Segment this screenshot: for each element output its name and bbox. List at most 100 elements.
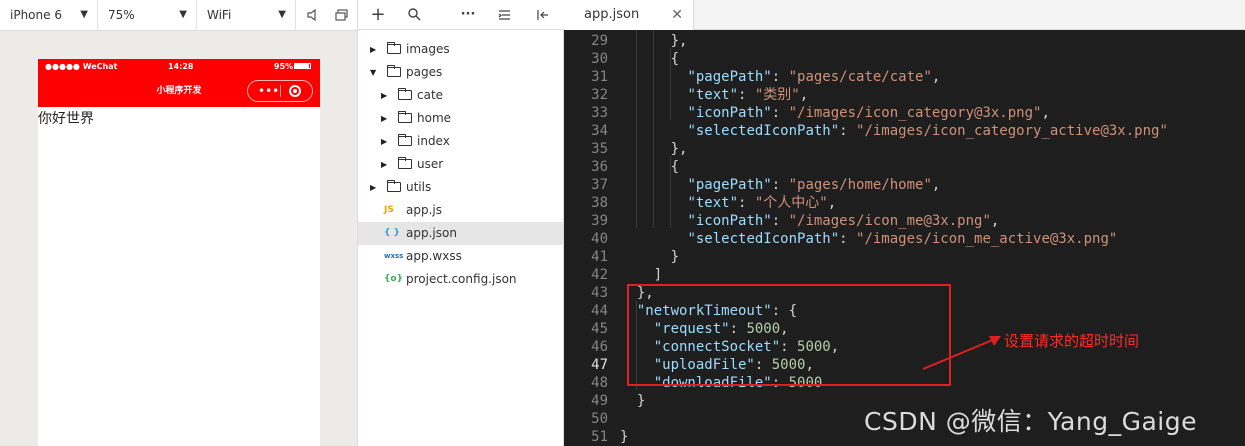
code-token: , [931,177,941,193]
code-token: "/images/icon_me@3x.png" [788,213,991,229]
code-token: }, [620,141,688,157]
json-file-icon: { } [384,228,400,238]
folder-icon [398,134,412,146]
code-token: : [738,87,755,103]
code-token: , [1041,105,1050,121]
code-line: { [620,158,679,176]
chevron-down-icon[interactable]: ▼ [370,61,376,84]
detach-window-button[interactable] [328,0,354,30]
mute-button[interactable] [300,0,326,30]
line-number: 29 [591,33,608,49]
add-icon[interactable]: + [366,0,390,30]
code-token: : [771,69,789,85]
line-number: 40 [591,231,608,247]
tree-item-label: app.js [406,203,442,217]
chevron-right-icon[interactable]: ▶ [381,84,387,107]
collapse-icon[interactable] [492,0,516,30]
line-number: 31 [591,69,608,85]
line-number: 38 [591,195,608,211]
tree-item-index[interactable]: ▶ index [358,130,563,153]
line-number: 50 [591,411,608,427]
phone-navigation-bar: ●●●●● WeChat 14:28 95% 小程序开发 ••• [38,59,320,107]
line-number: 43 [591,285,608,301]
tree-item-label: project.config.json [406,272,517,286]
speaker-icon [307,8,316,22]
code-token: "/images/icon_category_active@3x.png" [856,123,1168,139]
code-token: ] [620,267,663,283]
code-token: : [738,195,755,211]
code-line: "text": "个人中心", [620,194,836,212]
chevron-right-icon[interactable]: ▶ [370,176,376,199]
tree-item-app-json[interactable]: { } app.json [358,222,563,245]
config-file-icon: {o} [384,274,403,284]
code-token: } [620,393,646,409]
tree-item-label: index [417,134,450,148]
more-icon[interactable]: ••• [258,82,279,100]
code-token: "类别" [754,87,800,103]
battery-icon [294,63,311,69]
explorer-toolbar: + ··· [357,0,564,30]
code-token: "/images/icon_category@3x.png" [788,105,1042,121]
code-token: "个人中心" [754,195,828,211]
line-number: 41 [591,249,608,265]
phone-status-bar: ●●●●● WeChat 14:28 95% [38,59,320,75]
search-icon[interactable] [402,0,426,30]
close-miniprogram-icon[interactable] [289,85,301,97]
device-select[interactable]: iPhone 6 ▼ [0,0,98,30]
code-token: : [839,231,857,247]
network-select[interactable]: WiFi ▼ [197,0,296,30]
carrier-label: ●●●●● WeChat [45,62,118,71]
line-number: 33 [591,105,608,121]
code-line: "selectedIconPath": "/images/icon_me_act… [620,230,1117,248]
tree-item-pages[interactable]: ▼ pages [358,61,563,84]
line-number: 46 [591,339,608,355]
annotation-arrow-icon [922,336,1001,370]
code-token: , [931,69,941,85]
chevron-right-icon[interactable]: ▶ [381,107,387,130]
line-number: 45 [591,321,608,337]
clock-label: 14:28 [168,62,194,71]
code-line: } [620,248,679,266]
chevron-right-icon[interactable]: ▶ [381,153,387,176]
tree-item-cate[interactable]: ▶ cate [358,84,563,107]
code-line: "iconPath": "/images/icon_me@3x.png", [620,212,999,230]
chevron-down-icon: ▼ [179,9,187,20]
tree-item-label: pages [406,65,443,79]
line-number: 34 [591,123,608,139]
line-number: 47 [591,357,608,373]
code-token: , [990,213,1000,229]
zoom-select[interactable]: 75% ▼ [98,0,197,30]
tree-item-user[interactable]: ▶ user [358,153,563,176]
toggle-panel-icon[interactable] [530,0,554,30]
js-file-icon: JS [384,205,394,215]
code-token: : [771,213,789,229]
wxss-file-icon: wxss [384,252,404,260]
tab-app-json[interactable]: app.json ✕ [564,0,694,30]
tree-item-label: home [417,111,452,125]
highlight-box [627,284,951,386]
tree-item-images[interactable]: ▶ images [358,38,563,61]
line-number: 37 [591,177,608,193]
code-token: { [620,159,680,175]
tree-item-project-config-json[interactable]: {o} project.config.json [358,268,563,291]
more-icon[interactable]: ··· [456,0,480,30]
editor-tab-bar: app.json ✕ [564,0,1245,30]
line-number: 51 [591,429,608,445]
code-token: "iconPath" [687,213,772,229]
menu-capsule[interactable]: ••• [247,80,313,102]
tree-item-app-wxss[interactable]: wxss app.wxss [358,245,563,268]
code-token: "iconPath" [687,105,772,121]
tree-item-home[interactable]: ▶ home [358,107,563,130]
tree-item-label: utils [406,180,432,194]
chevron-right-icon[interactable]: ▶ [370,38,376,61]
close-icon[interactable]: ✕ [671,0,683,30]
chevron-right-icon[interactable]: ▶ [381,130,387,153]
code-line: }, [620,140,688,158]
code-token: "text" [687,87,739,103]
line-number: 44 [591,303,608,319]
tree-item-app-js[interactable]: JS app.js [358,199,563,222]
tree-item-utils[interactable]: ▶ utils [358,176,563,199]
